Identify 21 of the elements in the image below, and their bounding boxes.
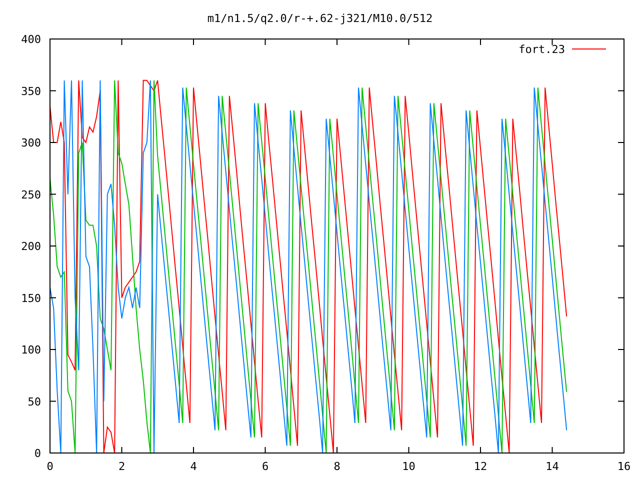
x-tick-label: 0: [46, 460, 54, 473]
y-tick-label: 150: [21, 292, 41, 305]
y-tick-label: 400: [21, 33, 41, 46]
x-tick-label: 6: [262, 460, 269, 473]
x-tick-label: 4: [190, 460, 197, 473]
y-tick-label: 350: [21, 84, 41, 98]
x-tick-label: 14: [546, 460, 559, 473]
x-tick-label: 10: [402, 460, 416, 473]
chart-title: m1/n1.5/q2.0/r-+.62-j321/M10.0/512: [207, 12, 433, 25]
y-tick-label: 300: [21, 136, 41, 150]
x-tick-label: 12: [474, 460, 488, 473]
x-tick-label: 16: [617, 460, 631, 473]
y-tick-label: 50: [28, 395, 41, 408]
y-tick-label: 200: [21, 240, 41, 253]
x-tick-label: 2: [118, 460, 126, 473]
y-tick-label: 250: [21, 188, 41, 202]
legend-label: fort.23: [518, 43, 565, 56]
legend-line: [572, 48, 606, 50]
x-tick-label: 8: [334, 460, 340, 473]
y-tick-label: 0: [34, 447, 41, 460]
y-tick-label: 100: [21, 344, 41, 356]
